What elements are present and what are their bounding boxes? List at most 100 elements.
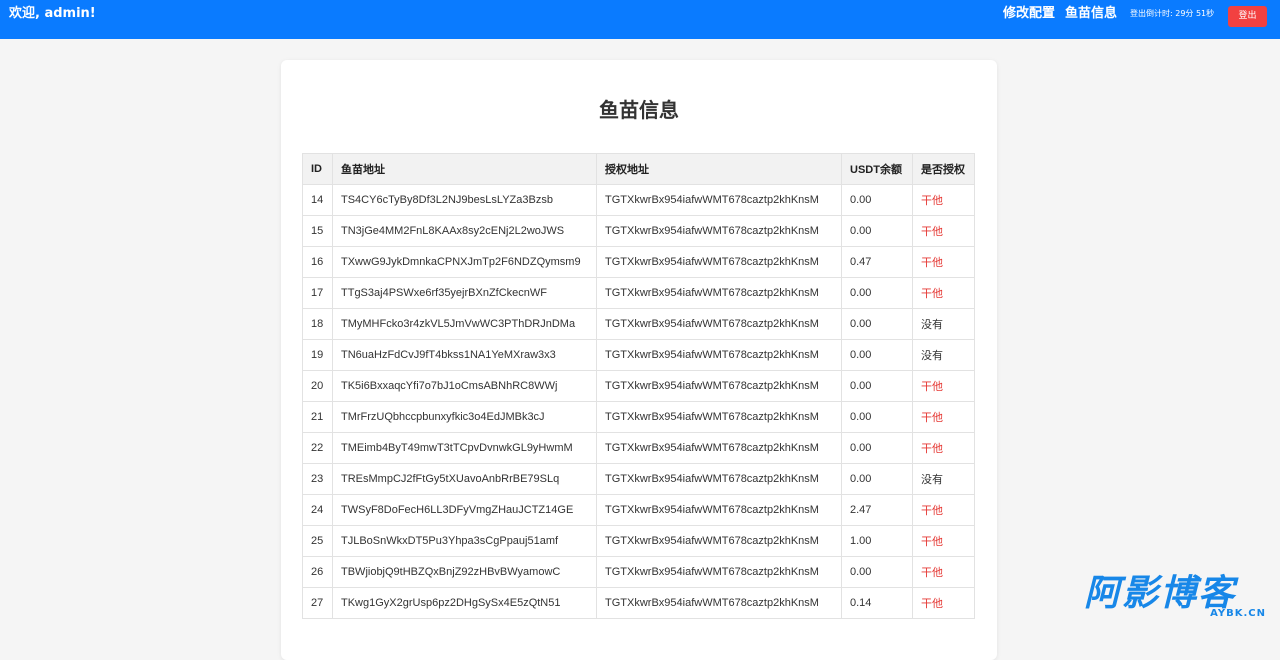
nav-link-fish-info[interactable]: 鱼苗信息 [1065, 6, 1117, 22]
cell-auth-address: TGTXkwrBx954iafwWMT678caztp2khKnsM [596, 556, 842, 588]
column-header-usdt-balance: USDT余额 [841, 153, 913, 185]
cell-authorized: 没有 [912, 308, 975, 340]
cell-fish-address: TBWjiobjQ9tHBZQxBnjZ92zHBvBWyamowC [332, 556, 597, 588]
cell-id: 15 [302, 215, 333, 247]
cell-usdt-balance: 0.14 [841, 587, 913, 619]
cell-id: 25 [302, 525, 333, 557]
cell-usdt-balance: 0.00 [841, 556, 913, 588]
table-header-row: ID 鱼苗地址 授权地址 USDT余额 是否授权 [302, 153, 975, 185]
cell-id: 23 [302, 463, 333, 495]
cell-fish-address: TN3jGe4MM2FnL8KAAx8sy2cENj2L2woJWS [332, 215, 597, 247]
cell-authorized: 干他 [912, 587, 975, 619]
table-row: 21 TMrFrzUQbhccpbunxyfkic3o4EdJMBk3cJ TGTX… [302, 401, 975, 433]
fish-info-card: 鱼苗信息 ID 鱼苗地址 授权地址 USDT余额 是否授权 14 TS4CY6cT… [281, 60, 997, 660]
cell-auth-address: TGTXkwrBx954iafwWMT678caztp2khKnsM [596, 463, 842, 495]
cell-usdt-balance: 0.00 [841, 184, 913, 216]
cell-fish-address: TJLBoSnWkxDT5Pu3Yhpa3sCgPpauj51amf [332, 525, 597, 557]
cell-authorized: 没有 [912, 339, 975, 371]
cell-id: 19 [302, 339, 333, 371]
table-row: 15 TN3jGe4MM2FnL8KAAx8sy2cENj2L2woJWS TGTX… [302, 215, 975, 247]
cell-authorized: 干他 [912, 432, 975, 464]
cell-fish-address: TMyMHFcko3r4zkVL5JmVwWC3PThDRJnDMa [332, 308, 597, 340]
cell-id: 14 [302, 184, 333, 216]
table-row: 24 TWSyF8DoFecH6LL3DFyVmgZHauJCTZ14GE TGTX… [302, 494, 975, 526]
top-bar: 欢迎, admin! 修改配置 鱼苗信息 登出倒计时: 29分 51秒 登出 [0, 0, 1280, 39]
cell-fish-address: TXwwG9JykDmnkaCPNXJmTp2F6NDZQymsm9 [332, 246, 597, 278]
table-row: 22 TMEimb4ByT49mwT3tTCpvDvnwkGL9yHwmM TGTX… [302, 432, 975, 464]
cell-authorized: 干他 [912, 494, 975, 526]
welcome-text: 欢迎, admin! [9, 6, 96, 21]
cell-fish-address: TKwg1GyX2grUsp6pz2DHgSySx4E5zQtN51 [332, 587, 597, 619]
column-header-fish-address: 鱼苗地址 [332, 153, 597, 185]
cell-fish-address: TS4CY6cTyBy8Df3L2NJ9besLsLYZa3Bzsb [332, 184, 597, 216]
cell-auth-address: TGTXkwrBx954iafwWMT678caztp2khKnsM [596, 525, 842, 557]
cell-id: 18 [302, 308, 333, 340]
cell-auth-address: TGTXkwrBx954iafwWMT678caztp2khKnsM [596, 432, 842, 464]
cell-usdt-balance: 0.00 [841, 277, 913, 309]
cell-authorized: 没有 [912, 463, 975, 495]
cell-usdt-balance: 0.47 [841, 246, 913, 278]
cell-authorized: 干他 [912, 370, 975, 402]
table-row: 23 TREsMmpCJ2fFtGy5tXUavoAnbRrBE79SLq TGTX… [302, 463, 975, 495]
cell-auth-address: TGTXkwrBx954iafwWMT678caztp2khKnsM [596, 587, 842, 619]
watermark-domain: AYBK.CN [1210, 608, 1266, 619]
cell-id: 27 [302, 587, 333, 619]
cell-usdt-balance: 0.00 [841, 339, 913, 371]
cell-id: 22 [302, 432, 333, 464]
fish-table-body: 14 TS4CY6cTyBy8Df3L2NJ9besLsLYZa3Bzsb TGTX… [302, 184, 975, 619]
table-row: 20 TK5i6BxxaqcYfi7o7bJ1oCmsABNhRC8WWj TGTX… [302, 370, 975, 402]
cell-authorized: 干他 [912, 525, 975, 557]
cell-auth-address: TGTXkwrBx954iafwWMT678caztp2khKnsM [596, 401, 842, 433]
page-title: 鱼苗信息 [599, 98, 679, 122]
cell-usdt-balance: 0.00 [841, 308, 913, 340]
cell-auth-address: TGTXkwrBx954iafwWMT678caztp2khKnsM [596, 308, 842, 340]
nav-link-settings[interactable]: 修改配置 [1003, 6, 1055, 22]
cell-usdt-balance: 0.00 [841, 463, 913, 495]
column-header-id: ID [302, 153, 333, 185]
logout-button[interactable]: 登出 [1228, 6, 1267, 27]
cell-auth-address: TGTXkwrBx954iafwWMT678caztp2khKnsM [596, 339, 842, 371]
fish-table: ID 鱼苗地址 授权地址 USDT余额 是否授权 14 TS4CY6cTyBy8D… [302, 153, 975, 619]
cell-authorized: 干他 [912, 556, 975, 588]
table-row: 18 TMyMHFcko3r4zkVL5JmVwWC3PThDRJnDMa TGTX… [302, 308, 975, 340]
table-row: 17 TTgS3aj4PSWxe6rf35yejrBXnZfCkecnWF TGTX… [302, 277, 975, 309]
cell-id: 20 [302, 370, 333, 402]
cell-fish-address: TWSyF8DoFecH6LL3DFyVmgZHauJCTZ14GE [332, 494, 597, 526]
table-row: 19 TN6uaHzFdCvJ9fT4bkss1NA1YeMXraw3x3 TGTX… [302, 339, 975, 371]
table-row: 26 TBWjiobjQ9tHBZQxBnjZ92zHBvBWyamowC TGTX… [302, 556, 975, 588]
cell-id: 16 [302, 246, 333, 278]
cell-fish-address: TMrFrzUQbhccpbunxyfkic3o4EdJMBk3cJ [332, 401, 597, 433]
cell-auth-address: TGTXkwrBx954iafwWMT678caztp2khKnsM [596, 370, 842, 402]
logout-countdown: 登出倒计时: 29分 51秒 [1130, 9, 1215, 18]
cell-id: 24 [302, 494, 333, 526]
table-row: 14 TS4CY6cTyBy8Df3L2NJ9besLsLYZa3Bzsb TGTX… [302, 184, 975, 216]
cell-usdt-balance: 0.00 [841, 432, 913, 464]
table-row: 25 TJLBoSnWkxDT5Pu3Yhpa3sCgPpauj51amf TGTX… [302, 525, 975, 557]
cell-usdt-balance: 1.00 [841, 525, 913, 557]
cell-auth-address: TGTXkwrBx954iafwWMT678caztp2khKnsM [596, 494, 842, 526]
watermark-logo: 阿影博客 AYBK.CN [1084, 574, 1274, 620]
cell-usdt-balance: 0.00 [841, 370, 913, 402]
cell-auth-address: TGTXkwrBx954iafwWMT678caztp2khKnsM [596, 277, 842, 309]
cell-auth-address: TGTXkwrBx954iafwWMT678caztp2khKnsM [596, 184, 842, 216]
cell-id: 26 [302, 556, 333, 588]
cell-fish-address: TREsMmpCJ2fFtGy5tXUavoAnbRrBE79SLq [332, 463, 597, 495]
cell-fish-address: TTgS3aj4PSWxe6rf35yejrBXnZfCkecnWF [332, 277, 597, 309]
cell-usdt-balance: 0.00 [841, 401, 913, 433]
cell-authorized: 干他 [912, 184, 975, 216]
cell-fish-address: TMEimb4ByT49mwT3tTCpvDvnwkGL9yHwmM [332, 432, 597, 464]
table-row: 27 TKwg1GyX2grUsp6pz2DHgSySx4E5zQtN51 TGTX… [302, 587, 975, 619]
cell-auth-address: TGTXkwrBx954iafwWMT678caztp2khKnsM [596, 215, 842, 247]
cell-auth-address: TGTXkwrBx954iafwWMT678caztp2khKnsM [596, 246, 842, 278]
cell-id: 21 [302, 401, 333, 433]
table-row: 16 TXwwG9JykDmnkaCPNXJmTp2F6NDZQymsm9 TGTX… [302, 246, 975, 278]
cell-fish-address: TN6uaHzFdCvJ9fT4bkss1NA1YeMXraw3x3 [332, 339, 597, 371]
cell-authorized: 干他 [912, 215, 975, 247]
cell-usdt-balance: 0.00 [841, 215, 913, 247]
cell-id: 17 [302, 277, 333, 309]
cell-authorized: 干他 [912, 401, 975, 433]
column-header-authorized: 是否授权 [912, 153, 975, 185]
cell-usdt-balance: 2.47 [841, 494, 913, 526]
cell-authorized: 干他 [912, 277, 975, 309]
cell-authorized: 干他 [912, 246, 975, 278]
